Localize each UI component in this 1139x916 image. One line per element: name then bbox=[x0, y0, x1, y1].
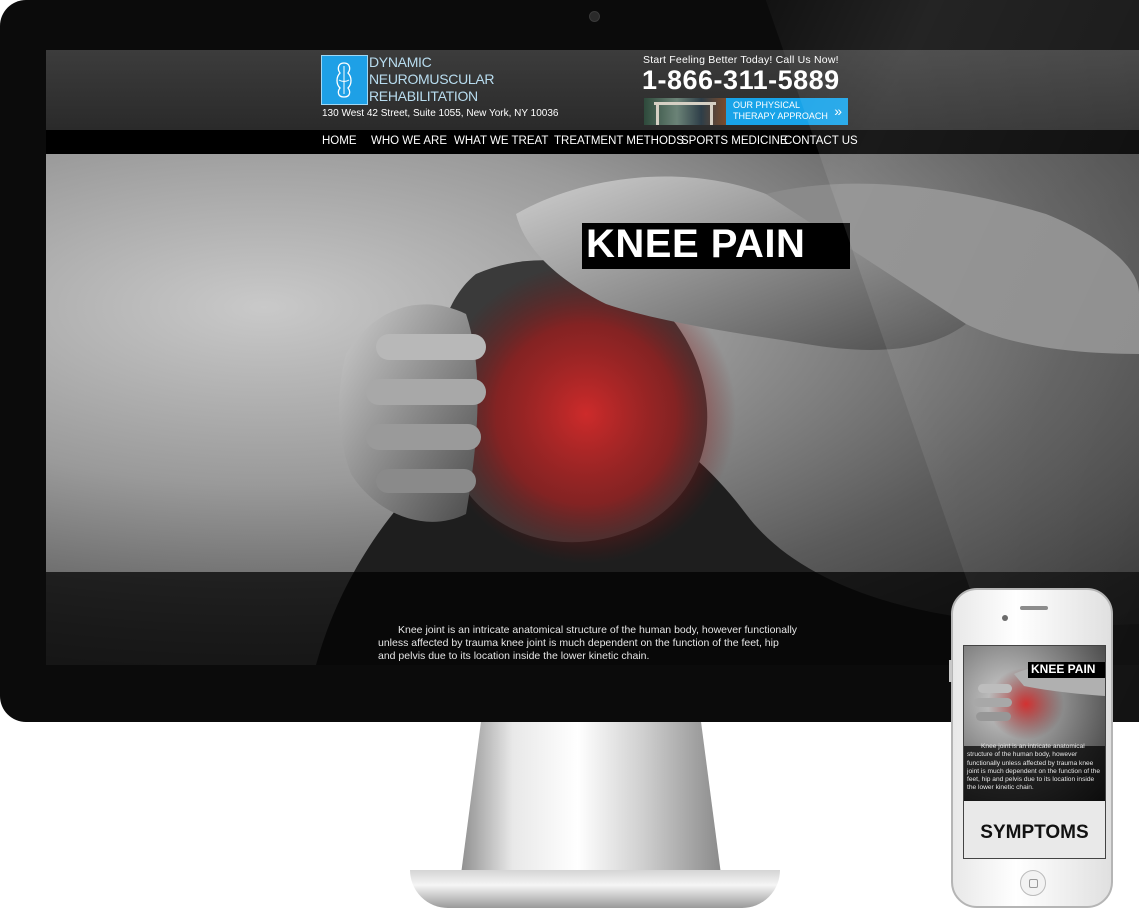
phone-camera bbox=[1002, 615, 1008, 621]
phone-hero-title: KNEE PAIN bbox=[1031, 662, 1096, 676]
nav-what-we-treat[interactable]: WHAT WE TREAT bbox=[454, 135, 548, 147]
nav-home[interactable]: HOME bbox=[322, 135, 357, 147]
monitor-stand-base bbox=[410, 870, 780, 908]
nav-sports-medicine[interactable]: SPORTS MEDICINE bbox=[681, 135, 788, 147]
phone-volume-button bbox=[949, 660, 952, 682]
webcam bbox=[589, 11, 600, 22]
logo-icon[interactable] bbox=[321, 55, 368, 105]
nav-who-we-are[interactable]: WHO WE ARE bbox=[371, 135, 447, 147]
phone-home-button bbox=[1020, 870, 1046, 896]
nav-treatment-methods[interactable]: TREATMENT METHODS bbox=[554, 135, 684, 147]
hero-title: KNEE PAIN bbox=[586, 222, 806, 266]
phone-hero-image: KNEE PAIN Knee joint is an intricate ana… bbox=[964, 646, 1105, 801]
double-chevron-right-icon: » bbox=[834, 103, 842, 119]
main-nav: HOME WHO WE ARE WHAT WE TREAT TREATMENT … bbox=[46, 130, 1139, 154]
logo-line: DYNAMIC bbox=[369, 54, 432, 70]
phone-screen: KNEE PAIN Knee joint is an intricate ana… bbox=[963, 645, 1106, 859]
pt-banner-line2: THERAPY APPROACH bbox=[733, 110, 828, 121]
phone-number[interactable]: 1-866-311-5889 bbox=[642, 65, 840, 96]
phone-hero-description: Knee joint is an intricate anatomical st… bbox=[967, 743, 1101, 792]
phone-symptoms-heading[interactable]: SYMPTOMS bbox=[964, 822, 1105, 844]
phone-speaker bbox=[1020, 606, 1048, 610]
hero-description: Knee joint is an intricate anatomical st… bbox=[378, 624, 798, 662]
logo-wordmark[interactable]: DYNAMIC NEUROMUSCULAR REHABILITATION bbox=[369, 54, 495, 105]
monitor-screen: DYNAMIC NEUROMUSCULAR REHABILITATION 130… bbox=[46, 50, 1139, 665]
address: 130 West 42 Street, Suite 1055, New York… bbox=[322, 108, 559, 119]
site-header: DYNAMIC NEUROMUSCULAR REHABILITATION 130… bbox=[46, 50, 1139, 130]
logo-line: NEUROMUSCULAR bbox=[369, 71, 495, 87]
pt-banner-label: OUR PHYSICAL THERAPY APPROACH bbox=[733, 100, 828, 121]
monitor-stand bbox=[460, 722, 722, 882]
smartphone: KNEE PAIN Knee joint is an intricate ana… bbox=[949, 588, 1113, 908]
nav-contact-us[interactable]: CONTACT US bbox=[784, 135, 858, 147]
pt-banner-line1: OUR PHYSICAL bbox=[733, 100, 801, 110]
physical-therapy-banner[interactable]: OUR PHYSICAL THERAPY APPROACH » bbox=[644, 98, 848, 125]
therapy-equipment-image bbox=[644, 98, 726, 125]
logo-line: REHABILITATION bbox=[369, 88, 478, 104]
